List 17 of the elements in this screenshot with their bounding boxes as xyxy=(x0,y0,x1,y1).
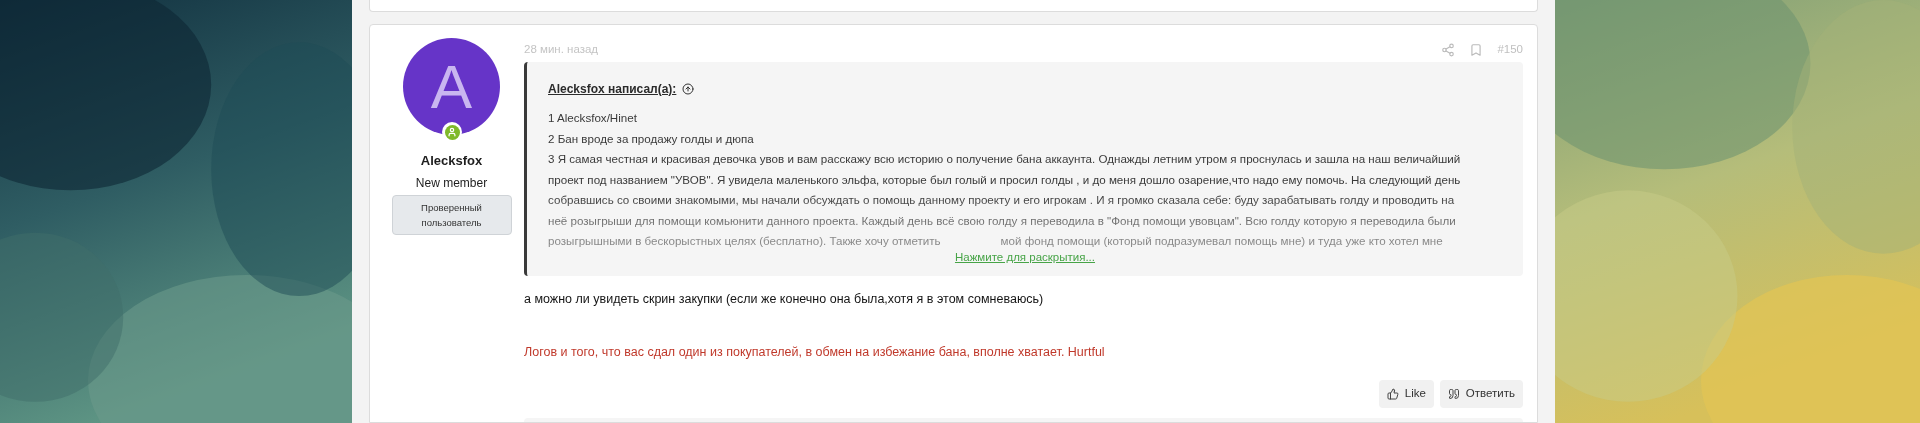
quote-line: 2 Бан вроде за продажу голды и дюпа xyxy=(548,130,755,147)
quote-line: собравшись со своими знакомыми, мы начали обсуждать о помощь данному проекту и его игрокам . И я громко сказала себе: буду зарабатывать голду и проводить на xyxy=(548,192,1456,208)
post-text: а можно ли увидеть скрин закупки (если же конечно она была,хотя я в этом сомневаюсь) xyxy=(524,291,1045,308)
user-banner: Проверенный пользователь xyxy=(391,194,512,235)
user-title: New member xyxy=(415,174,488,192)
quote-line: мой фонд помощи (который подразумевал помощь мне) и туда уже кто хотел мне xyxy=(1000,233,1443,249)
username[interactable]: Alecksfox xyxy=(420,151,483,171)
quote-line: неё розыгрыши для помощи комьюнити данного проекта. Каждый день всё свою голду я переводила в "Фонд помощи увовцам". Всю голду которую я переводила были xyxy=(548,212,1457,229)
like-button[interactable]: Like xyxy=(1378,379,1434,408)
quote-line: 3 Я самая честная и красивая девочка увов и вам расскажу всю историю о получение бана аккаунта. Однажды летним утром я проснулась и зашла на наш величайший xyxy=(548,151,1462,167)
avatar[interactable]: A xyxy=(403,38,500,135)
reply-button[interactable]: Ответить xyxy=(1439,379,1523,408)
quote-line: проект под названием "УВОВ". Я увидела маленького эльфа, которые был голый и просил голды , и до меня дошло озарение,что надо ему помочь. На следующий день xyxy=(548,171,1462,188)
quote-line: 1 Alecksfox/Hinet xyxy=(548,110,638,126)
quote-line: розыгрышными в бескорыстных целях (бесплатно). Также хочу отметить xyxy=(548,233,941,249)
post-text: Логов и того, что вас сдал один из покупателей, в обмен на избежание бана, вполне хватает. Hurtful xyxy=(524,343,1106,361)
quote-author-link[interactable]: Alecksfox написал(а): xyxy=(548,80,677,98)
